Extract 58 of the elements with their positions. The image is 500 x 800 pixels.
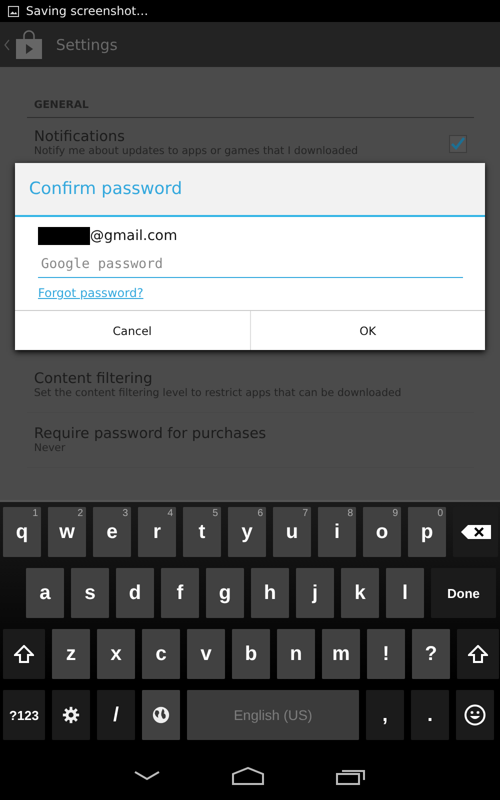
keyboard-key[interactable]: n: [277, 629, 315, 679]
keyboard-key[interactable]: a: [26, 568, 64, 618]
keyboard-key[interactable]: 8 i: [318, 507, 356, 557]
keyboard-key[interactable]: z: [52, 629, 90, 679]
checkbox[interactable]: [449, 135, 467, 153]
keyboard-key[interactable]: Done: [431, 568, 496, 618]
shift-arrow-icon: [14, 645, 34, 663]
image-icon: [8, 6, 19, 16]
dialog-button[interactable]: OK: [250, 311, 485, 350]
keyboard-key[interactable]: !: [367, 629, 405, 679]
keyboard-key[interactable]: 5 t: [183, 507, 221, 557]
keyboard-key[interactable]: h: [251, 568, 289, 618]
keyboard-key[interactable]: ?123: [3, 690, 45, 740]
recent-apps-icon[interactable]: [336, 767, 366, 785]
keyboard-key[interactable]: 6 y: [228, 507, 266, 557]
keyboard-key[interactable]: 1 q: [3, 507, 41, 557]
keyboard-key[interactable]: s: [71, 568, 109, 618]
keyboard-key[interactable]: m: [322, 629, 360, 679]
backspace-icon: [460, 525, 490, 539]
keyboard-key[interactable]: j: [296, 568, 334, 618]
keyboard-key[interactable]: 9 o: [363, 507, 401, 557]
keyboard-key[interactable]: [457, 629, 499, 679]
keyboard-key[interactable]: k: [341, 568, 379, 618]
keyboard-key[interactable]: g: [206, 568, 244, 618]
keyboard-key[interactable]: .: [411, 690, 449, 740]
keyboard-key[interactable]: b: [232, 629, 270, 679]
keyboard-key[interactable]: ,: [366, 690, 404, 740]
keyboard-key[interactable]: 4 r: [138, 507, 176, 557]
keyboard-key[interactable]: 0 p: [408, 507, 446, 557]
keyboard-key[interactable]: [52, 690, 90, 740]
keyboard-key[interactable]: 2 w: [48, 507, 86, 557]
home-icon[interactable]: [232, 767, 264, 785]
keyboard-key[interactable]: c: [142, 629, 180, 679]
keyboard-key[interactable]: f: [161, 568, 199, 618]
keyboard-key[interactable]: ?: [412, 629, 450, 679]
account-email: @gmail.com: [90, 228, 178, 244]
keyboard-key[interactable]: d: [116, 568, 154, 618]
globe-icon: [152, 706, 170, 724]
keyboard-key[interactable]: /: [97, 690, 135, 740]
settings-icon: [62, 706, 80, 724]
keyboard-key[interactable]: [456, 690, 494, 740]
keyboard-key[interactable]: 3 e: [93, 507, 131, 557]
back-chevron-icon[interactable]: [134, 771, 160, 781]
shopping-bag-icon[interactable]: [14, 30, 44, 60]
keyboard-key[interactable]: [3, 629, 45, 679]
keyboard-key[interactable]: 7 u: [273, 507, 311, 557]
notification-text: Saving screenshot…: [26, 4, 148, 18]
password-field[interactable]: Google password: [38, 251, 463, 278]
smiley-face-icon: [464, 704, 486, 726]
keyboard-key[interactable]: v: [187, 629, 225, 679]
keyboard-key[interactable]: [142, 690, 180, 740]
shift-arrow-icon: [468, 645, 488, 663]
keyboard-key[interactable]: l: [386, 568, 424, 618]
dialog-title: Confirm password: [29, 179, 182, 199]
dialog-button[interactable]: Cancel: [15, 311, 250, 350]
keyboard-key[interactable]: x: [97, 629, 135, 679]
screen-title: Settings: [56, 36, 118, 54]
redaction-bar: [38, 227, 90, 245]
